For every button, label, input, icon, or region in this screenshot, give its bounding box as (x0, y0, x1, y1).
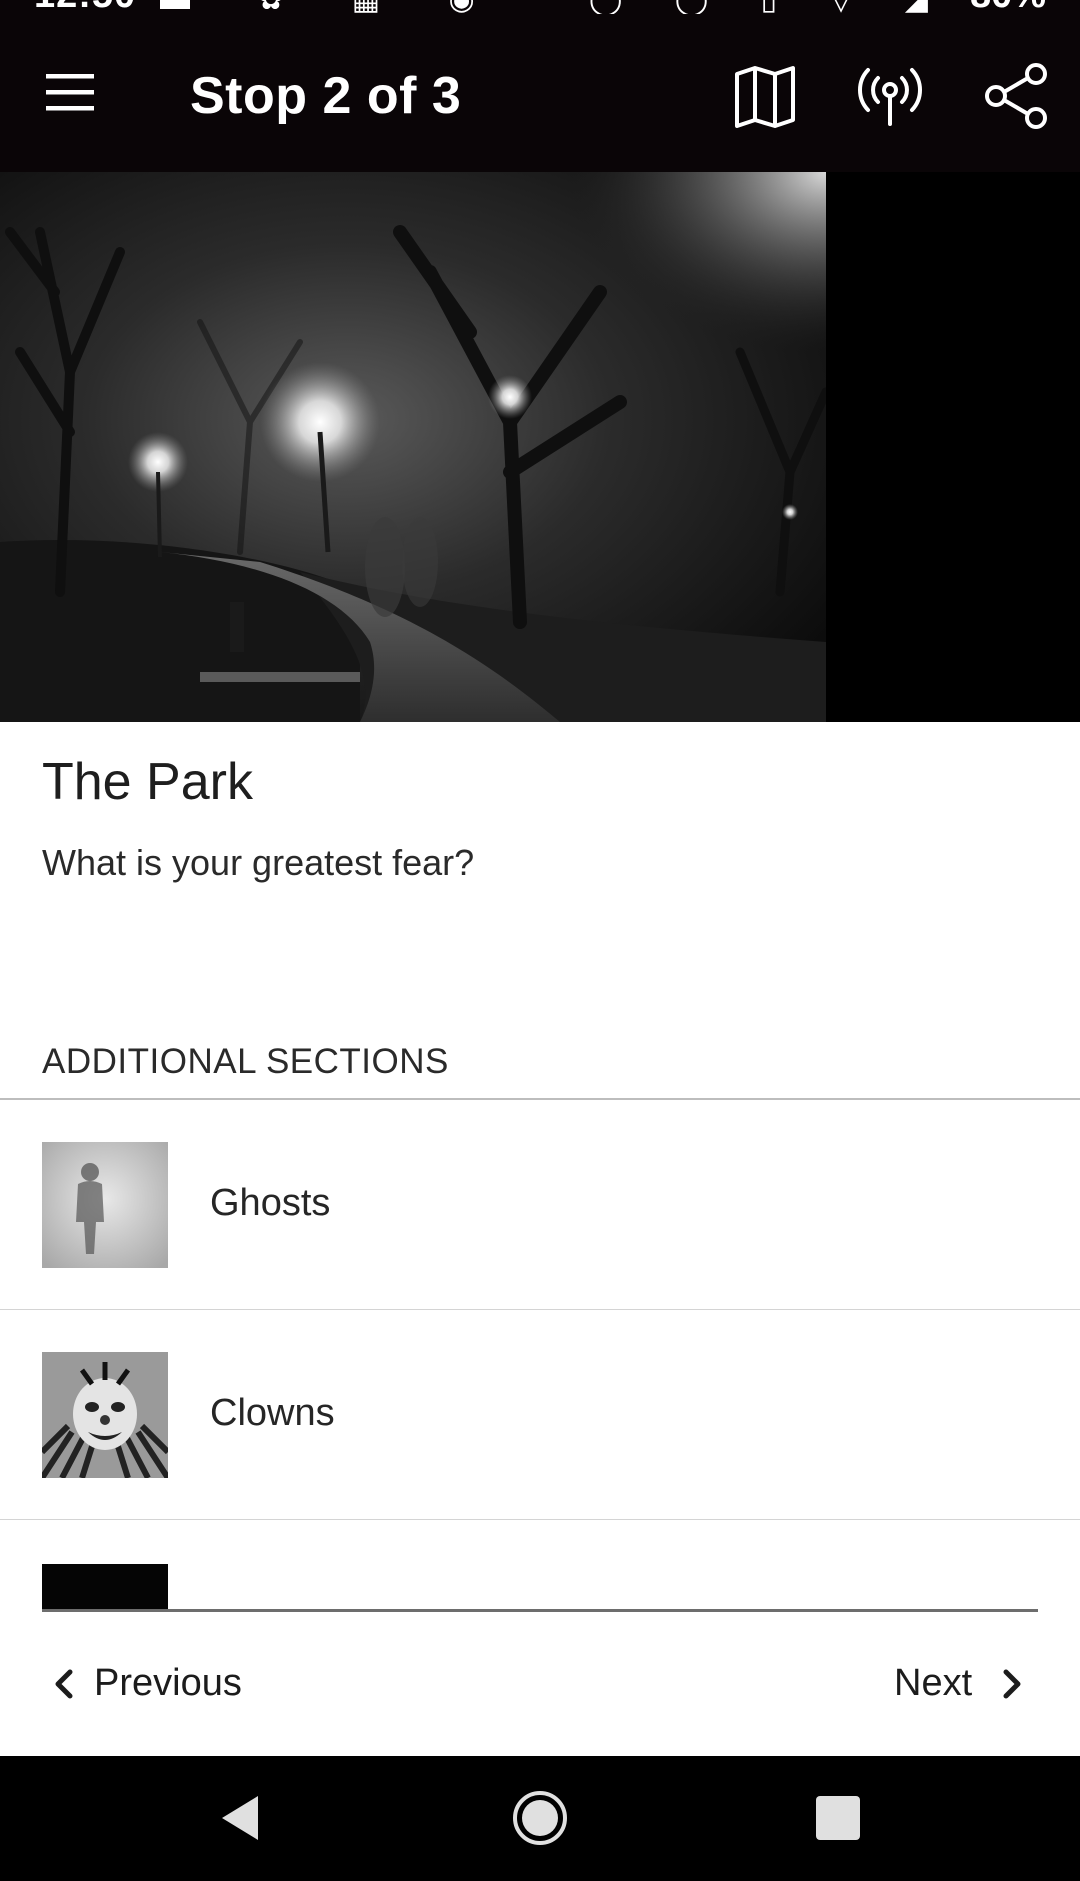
partial-list-item-thumbnail (42, 1564, 168, 1610)
next-button[interactable]: Next (880, 1654, 1040, 1714)
system-status-icons: ◯ ◯ ▯ ▽ ◢ (589, 0, 950, 14)
status-time: 12:50 (34, 0, 136, 14)
page-title: Stop 2 of 3 (190, 67, 462, 125)
list-item-label: Clowns (210, 1392, 335, 1434)
list-item-label: Ghosts (210, 1182, 331, 1224)
chevron-left-icon (55, 1669, 73, 1699)
system-navigation-bar (0, 1756, 1080, 1881)
list-item-ghosts[interactable]: Ghosts (0, 1100, 1080, 1310)
battery-level: 80% (970, 0, 1046, 14)
map-icon[interactable] (731, 62, 799, 130)
stop-description: What is your greatest fear? (42, 842, 475, 883)
previous-label: Previous (94, 1662, 242, 1704)
notification-icons: ▬ ✿ ▦ ◉ (160, 0, 505, 14)
list-item-clowns[interactable]: Clowns (0, 1310, 1080, 1520)
share-icon[interactable] (982, 62, 1050, 130)
stop-title: The Park (42, 753, 253, 811)
clowns-thumbnail (42, 1352, 168, 1478)
chevron-right-icon (1003, 1669, 1021, 1699)
next-label: Next (894, 1662, 973, 1704)
home-icon[interactable] (510, 1788, 570, 1848)
stop-hero-image (0, 172, 1080, 722)
status-bar: 12:50 ▬ ✿ ▦ ◉ ◯ ◯ ▯ ▽ ◢ 80% (0, 0, 1080, 14)
list-divider (0, 1519, 1080, 1520)
recents-icon[interactable] (808, 1788, 868, 1848)
broadcast-icon[interactable] (856, 62, 924, 130)
additional-sections-header: ADDITIONAL SECTIONS (42, 1042, 449, 1081)
foggy-park-image (0, 172, 1080, 722)
ghosts-thumbnail (42, 1142, 168, 1268)
previous-button[interactable]: Previous (42, 1654, 262, 1714)
app-bar: Stop 2 of 3 (0, 14, 1080, 172)
menu-icon[interactable] (42, 64, 98, 120)
back-icon[interactable] (210, 1788, 270, 1848)
navigation-divider (42, 1609, 1038, 1612)
